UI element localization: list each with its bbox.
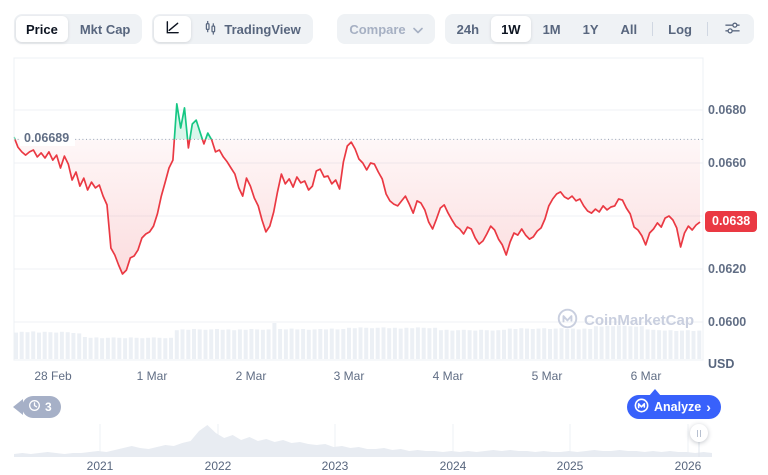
- year-label: 2021: [86, 459, 114, 473]
- clock-icon: [28, 399, 41, 415]
- year-label: 2024: [439, 459, 467, 473]
- x-axis-label: 3 Mar: [333, 369, 365, 383]
- watermark-text: CoinMarketCap: [584, 312, 695, 329]
- watermark: CoinMarketCap: [557, 308, 694, 333]
- chevron-right-icon: ›: [706, 398, 711, 415]
- year-label: 2025: [556, 459, 584, 473]
- y-axis-label: 0.0600: [708, 315, 747, 329]
- year-label: 2026: [674, 459, 702, 473]
- x-axis-label: 28 Feb: [34, 369, 72, 383]
- history-count: 3: [45, 400, 52, 414]
- x-axis-label: 5 Mar: [531, 369, 563, 383]
- analyze-label: Analyze: [654, 400, 702, 414]
- timeline-navigator[interactable]: [0, 424, 768, 458]
- area-below-basis: [14, 139, 700, 274]
- coinmarketcap-logo-icon: [557, 308, 578, 333]
- year-label: 2023: [321, 459, 349, 473]
- current-price-badge: 0.0638: [705, 211, 758, 232]
- analyze-button[interactable]: Analyze ›: [627, 389, 721, 419]
- year-label: 2022: [204, 459, 232, 473]
- unit-label: USD: [708, 357, 735, 371]
- x-axis-label: 2 Mar: [235, 369, 267, 383]
- x-axis-label: 4 Mar: [432, 369, 464, 383]
- y-axis-label: 0.0660: [708, 156, 747, 170]
- history-badge[interactable]: 3: [13, 396, 61, 418]
- x-axis-label: 6 Mar: [630, 369, 662, 383]
- navigator-handle[interactable]: [690, 424, 708, 442]
- coinmarketcap-logo-icon: [634, 398, 649, 416]
- price-chart[interactable]: [0, 0, 768, 412]
- x-axis-label: 1 Mar: [136, 369, 168, 383]
- navigator-area: [14, 425, 712, 457]
- y-axis-label: 0.0680: [708, 103, 747, 117]
- y-axis-label: 0.0620: [708, 262, 747, 276]
- basis-price-label: 0.06689: [20, 130, 76, 146]
